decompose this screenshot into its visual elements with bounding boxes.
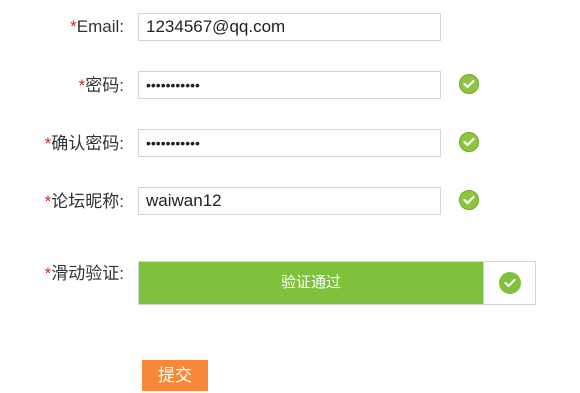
password-value: ••••••••••• <box>146 77 200 93</box>
slider-captcha-label-text: 滑动验证: <box>51 264 124 283</box>
slider-captcha-label: *滑动验证: <box>45 264 124 284</box>
nickname-label-text: 论坛昵称: <box>51 192 124 211</box>
slider-captcha-handle[interactable] <box>483 262 535 304</box>
confirm-password-field[interactable]: ••••••••••• <box>138 129 441 157</box>
confirm-password-value: ••••••••••• <box>146 135 200 151</box>
confirm-password-label: *确认密码: <box>45 134 124 154</box>
nickname-field[interactable]: waiwan12 <box>138 187 441 215</box>
check-circle-icon <box>459 132 479 152</box>
password-field[interactable]: ••••••••••• <box>138 71 441 99</box>
email-label: *Email: <box>70 17 124 37</box>
confirm-password-label-text: 确认密码: <box>51 134 124 153</box>
email-label-text: Email: <box>76 17 124 36</box>
slider-captcha-status: 验证通过 <box>280 274 341 291</box>
password-label-text: 密码: <box>85 76 124 95</box>
nickname-label: *论坛昵称: <box>45 192 124 212</box>
email-value: 1234567@qq.com <box>146 17 286 36</box>
submit-button[interactable]: 提交 <box>142 360 208 391</box>
nickname-value: waiwan12 <box>146 191 222 210</box>
required-mark: * <box>70 17 77 36</box>
slider-captcha[interactable]: 验证通过 <box>138 261 536 305</box>
password-label: *密码: <box>79 76 124 96</box>
check-circle-icon <box>459 190 479 210</box>
email-field[interactable]: 1234567@qq.com <box>138 13 441 41</box>
check-circle-icon <box>459 74 479 94</box>
check-circle-icon <box>498 272 521 294</box>
